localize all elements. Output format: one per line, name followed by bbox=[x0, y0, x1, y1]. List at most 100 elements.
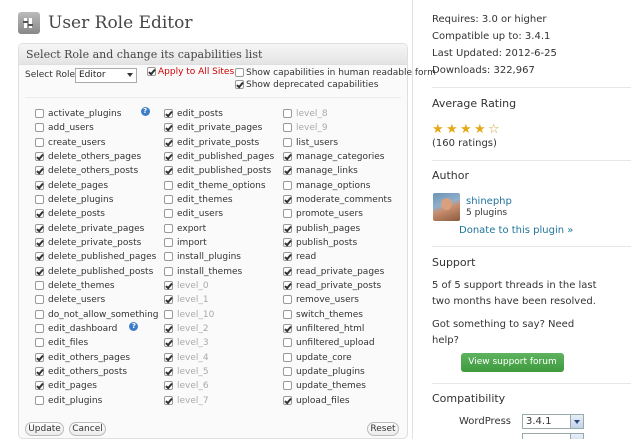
capability-checkbox[interactable] bbox=[164, 295, 173, 304]
capability-label: delete_users bbox=[48, 295, 106, 305]
capability-checkbox[interactable] bbox=[164, 238, 173, 247]
capability-checkbox[interactable] bbox=[164, 267, 173, 276]
capability-checkbox[interactable] bbox=[283, 338, 292, 347]
capability-label: delete_private_pages bbox=[48, 224, 145, 234]
capability-checkbox[interactable] bbox=[283, 324, 292, 333]
capability-checkbox[interactable] bbox=[283, 123, 292, 132]
capability-checkbox[interactable] bbox=[164, 166, 173, 175]
capability-label: level_0 bbox=[177, 281, 209, 291]
capability-checkbox[interactable] bbox=[283, 353, 292, 362]
compat-wordpress-select[interactable]: 3.4.1 bbox=[522, 414, 584, 429]
capability-checkbox[interactable] bbox=[35, 281, 44, 290]
capability-checkbox[interactable] bbox=[283, 267, 292, 276]
capability-checkbox[interactable] bbox=[164, 152, 173, 161]
help-icon[interactable]: ? bbox=[140, 107, 150, 116]
capability-checkbox[interactable] bbox=[164, 367, 173, 376]
capability-checkbox[interactable] bbox=[164, 195, 173, 204]
capability-checkbox[interactable] bbox=[35, 396, 44, 405]
capability-checkbox[interactable] bbox=[35, 267, 44, 276]
compat-plugin-select[interactable] bbox=[522, 433, 584, 439]
capability-label: do_not_allow_something bbox=[48, 310, 159, 320]
capability-label: delete_posts bbox=[48, 209, 105, 219]
say-text-line-1: Got something to say? Need bbox=[432, 319, 575, 330]
capability-label: moderate_comments bbox=[296, 195, 392, 205]
capability-checkbox[interactable] bbox=[283, 252, 292, 261]
capability-checkbox[interactable] bbox=[35, 166, 44, 175]
requires-text: Requires: 3.0 or higher bbox=[432, 14, 547, 25]
capability-checkbox[interactable] bbox=[283, 195, 292, 204]
capability-checkbox[interactable] bbox=[35, 209, 44, 218]
capability-label: delete_plugins bbox=[48, 195, 114, 205]
capability-checkbox[interactable] bbox=[283, 295, 292, 304]
capability-label: publish_posts bbox=[296, 238, 358, 248]
capability-label: install_plugins bbox=[177, 252, 241, 262]
capability-checkbox[interactable] bbox=[164, 310, 173, 319]
capability-label: edit_posts bbox=[177, 109, 223, 119]
capability-checkbox[interactable] bbox=[164, 324, 173, 333]
capability-checkbox[interactable] bbox=[164, 252, 173, 261]
capability-checkbox[interactable] bbox=[164, 338, 173, 347]
separator bbox=[432, 87, 631, 88]
rating-count: (160 ratings) bbox=[432, 138, 497, 149]
capability-checkbox[interactable] bbox=[164, 123, 173, 132]
capability-label: create_users bbox=[48, 138, 106, 148]
update-button[interactable]: Update bbox=[25, 422, 64, 436]
capability-checkbox[interactable] bbox=[164, 281, 173, 290]
capability-checkbox[interactable] bbox=[35, 152, 44, 161]
capability-checkbox[interactable] bbox=[35, 109, 44, 118]
capability-checkbox[interactable] bbox=[164, 181, 173, 190]
capability-checkbox[interactable] bbox=[35, 310, 44, 319]
capability-checkbox[interactable] bbox=[283, 152, 292, 161]
capability-checkbox[interactable] bbox=[283, 224, 292, 233]
capability-checkbox[interactable] bbox=[164, 396, 173, 405]
capability-label: list_users bbox=[296, 138, 339, 148]
capability-checkbox[interactable] bbox=[35, 324, 44, 333]
view-support-forum-button[interactable]: View support forum bbox=[461, 353, 564, 372]
capability-checkbox[interactable] bbox=[164, 138, 173, 147]
cancel-button[interactable]: Cancel bbox=[69, 422, 106, 436]
help-icon[interactable]: ? bbox=[129, 322, 139, 331]
capability-checkbox[interactable] bbox=[283, 166, 292, 175]
capability-checkbox[interactable] bbox=[35, 224, 44, 233]
capability-checkbox[interactable] bbox=[35, 181, 44, 190]
capability-checkbox[interactable] bbox=[283, 238, 292, 247]
capability-checkbox[interactable] bbox=[283, 367, 292, 376]
capability-checkbox[interactable] bbox=[35, 381, 44, 390]
capability-checkbox[interactable] bbox=[35, 338, 44, 347]
last-updated-text: Last Updated: 2012-6-25 bbox=[432, 48, 557, 59]
capability-label: switch_themes bbox=[296, 310, 363, 320]
capability-checkbox[interactable] bbox=[35, 138, 44, 147]
capability-checkbox[interactable] bbox=[283, 396, 292, 405]
capability-checkbox[interactable] bbox=[164, 224, 173, 233]
capability-checkbox[interactable] bbox=[283, 209, 292, 218]
author-avatar[interactable] bbox=[433, 193, 460, 221]
capability-checkbox[interactable] bbox=[164, 353, 173, 362]
capabilities-grid: activate_plugins? add_users create_users de… bbox=[0, 0, 413, 439]
capability-checkbox[interactable] bbox=[283, 181, 292, 190]
reset-button[interactable]: Reset bbox=[367, 422, 399, 436]
capability-checkbox[interactable] bbox=[35, 123, 44, 132]
capability-label: level_2 bbox=[177, 324, 209, 334]
donate-link[interactable]: Donate to this plugin » bbox=[459, 224, 573, 237]
capability-label: level_6 bbox=[177, 381, 209, 391]
capability-checkbox[interactable] bbox=[164, 381, 173, 390]
capability-checkbox[interactable] bbox=[35, 252, 44, 261]
capability-checkbox[interactable] bbox=[283, 138, 292, 147]
capability-checkbox[interactable] bbox=[164, 109, 173, 118]
capability-checkbox[interactable] bbox=[164, 209, 173, 218]
capability-label: level_8 bbox=[296, 109, 328, 119]
capability-label: update_plugins bbox=[296, 367, 365, 377]
capability-checkbox[interactable] bbox=[35, 238, 44, 247]
capability-label: delete_others_pages bbox=[48, 152, 142, 162]
capability-checkbox[interactable] bbox=[35, 195, 44, 204]
capability-checkbox[interactable] bbox=[283, 381, 292, 390]
capability-checkbox[interactable] bbox=[35, 295, 44, 304]
compat-wordpress-value: 3.4.1 bbox=[526, 416, 552, 427]
capability-checkbox[interactable] bbox=[283, 281, 292, 290]
capability-label: update_themes bbox=[296, 381, 366, 391]
capability-checkbox[interactable] bbox=[35, 367, 44, 376]
capability-checkbox[interactable] bbox=[283, 109, 292, 118]
capability-checkbox[interactable] bbox=[35, 353, 44, 362]
capability-label: level_9 bbox=[296, 123, 328, 133]
capability-checkbox[interactable] bbox=[283, 310, 292, 319]
